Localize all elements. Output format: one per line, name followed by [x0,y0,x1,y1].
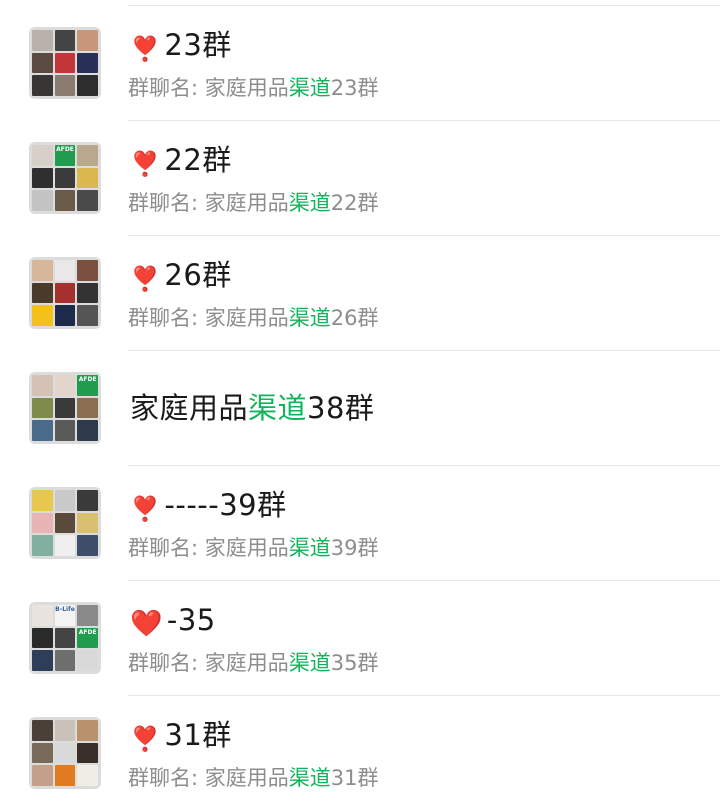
chat-row-38[interactable]: AFDE 家庭用品渠道38群 [0,351,720,466]
chat-subtitle: 群聊名: 家庭用品渠道26群 [128,306,379,330]
chat-row-23[interactable]: ❣️ 23群 群聊名: 家庭用品渠道23群 [0,6,720,121]
heart-icon: ❤️ [130,609,163,639]
exclamation-heart-icon: ❣️ [130,265,161,293]
chat-title: ❣️ 22群 [130,143,232,178]
group-avatar: AFDE [29,142,101,214]
chat-row-39[interactable]: ❣️ -----39群 群聊名: 家庭用品渠道39群 [0,466,720,581]
exclamation-heart-icon: ❣️ [130,150,161,178]
chat-title: ❣️ 31群 [130,718,232,753]
group-avatar [29,717,101,789]
chat-title: 家庭用品渠道38群 [130,391,375,425]
chat-title: ❣️ -----39群 [130,488,287,523]
chat-title: ❣️ 23群 [130,28,232,63]
chat-subtitle: 群聊名: 家庭用品渠道23群 [128,76,379,100]
chat-row-31[interactable]: ❣️ 31群 群聊名: 家庭用品渠道31群 [0,696,720,811]
exclamation-heart-icon: ❣️ [130,495,161,523]
chat-subtitle: 群聊名: 家庭用品渠道22群 [128,191,379,215]
chat-row-35[interactable]: B-Life AFDE ❤️ -35 群聊名: 家庭用品渠道35群 [0,581,720,696]
group-avatar [29,257,101,329]
group-avatar: AFDE [29,372,101,444]
chat-subtitle: 群聊名: 家庭用品渠道39群 [128,536,379,560]
exclamation-heart-icon: ❣️ [130,35,161,63]
chat-row-26[interactable]: ❣️ 26群 群聊名: 家庭用品渠道26群 [0,236,720,351]
chat-subtitle: 群聊名: 家庭用品渠道31群 [128,766,379,790]
group-avatar [29,487,101,559]
chat-title: ❣️ 26群 [130,258,232,293]
group-avatar [29,27,101,99]
exclamation-heart-icon: ❣️ [130,725,161,753]
chat-row-22[interactable]: AFDE ❣️ 22群 群聊名: 家庭用品渠道22群 [0,121,720,236]
group-avatar: B-Life AFDE [29,602,101,674]
chat-subtitle: 群聊名: 家庭用品渠道35群 [128,651,379,675]
chat-title: ❤️ -35 [130,603,216,639]
